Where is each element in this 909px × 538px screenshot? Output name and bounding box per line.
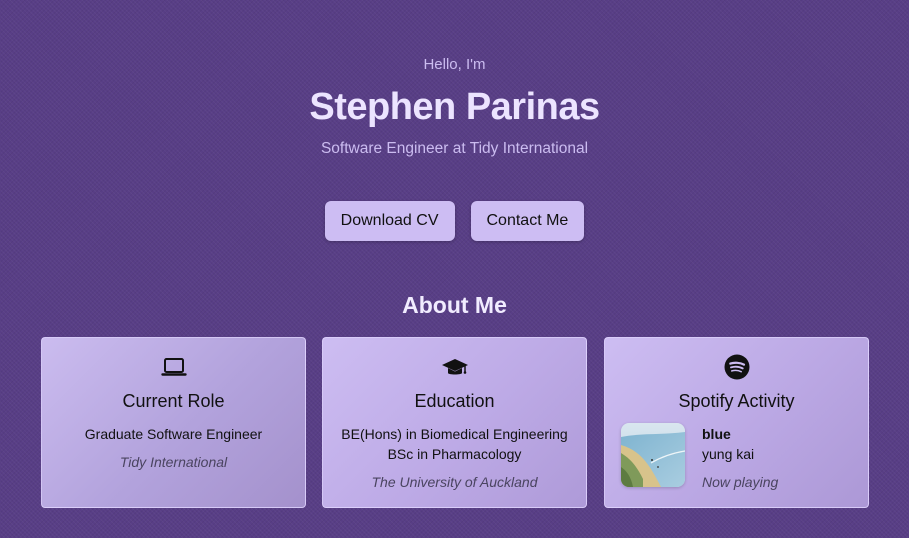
education-university: The University of Auckland [371,474,538,490]
hero-greeting: Hello, I'm [423,56,486,73]
track-artist[interactable]: yung kai [702,446,754,462]
current-role-company: Tidy International [119,454,228,470]
track-title[interactable]: blue [702,426,731,442]
hero-name: Stephen Parinas [309,86,600,128]
education-degree-2: BSc in Pharmacology [387,446,522,462]
hero-actions: Download CV Contact Me [0,201,909,241]
education-title: Education [414,391,495,411]
laptop-icon [42,356,305,378]
current-role-card: Current Role Graduate Software Engineer … [41,337,306,508]
current-role-position: Graduate Software Engineer [84,426,263,442]
contact-me-button[interactable]: Contact Me [470,201,585,241]
download-cv-button[interactable]: Download CV [324,201,455,241]
education-degree-1: BE(Hons) in Biomedical Engineering [341,426,568,442]
hero-subtitle: Software Engineer at Tidy International [320,140,589,157]
graduation-cap-icon [323,356,586,378]
spotify-icon [605,354,868,380]
current-role-title: Current Role [122,391,225,411]
playback-status: Now playing [702,474,779,490]
spotify-activity-card: Spotify Activity blue yung kai Now playi… [604,337,869,508]
education-card: Education BE(Hons) in Biomedical Enginee… [322,337,587,508]
spotify-title: Spotify Activity [678,391,795,411]
about-heading: About Me [402,292,507,318]
album-art[interactable] [621,423,685,487]
